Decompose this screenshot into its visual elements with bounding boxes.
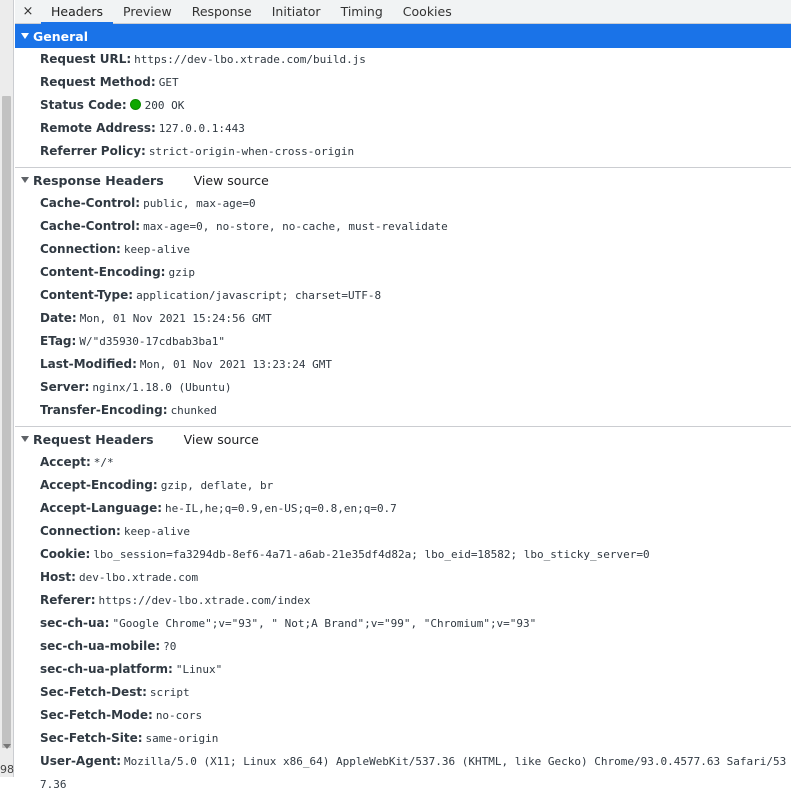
tab-preview[interactable]: Preview xyxy=(113,0,182,23)
scroll-down-arrow-icon[interactable] xyxy=(3,744,11,749)
header-row: Sec-Fetch-Mode: no-cors xyxy=(40,708,203,722)
header-row: Sec-Fetch-Dest: script xyxy=(40,685,190,699)
header-row-request-method: Request Method: GET xyxy=(40,75,179,89)
view-source-link[interactable]: View source xyxy=(184,432,259,447)
header-row: sec-ch-ua-platform: "Linux" xyxy=(40,662,223,676)
tab-response[interactable]: Response xyxy=(182,0,262,23)
header-row: Cache-Control: max-age=0, no-store, no-ca… xyxy=(40,219,448,233)
header-row-request-url: Request URL: https://dev-lbo.xtrade.com/b… xyxy=(40,52,366,66)
general-section-header[interactable]: General xyxy=(15,24,791,48)
header-row: Sec-Fetch-Site: same-origin xyxy=(40,731,219,745)
request-headers-section: Request Headers View source Accept: */* A… xyxy=(15,427,791,800)
network-detail-tabbar: × Headers Preview Response Initiator Tim… xyxy=(15,0,791,24)
header-row: ETag: W/"d35930-17cdbab3ba1" xyxy=(40,334,226,348)
header-row-cookie: Cookie: lbo_session=fa3294db-8ef6-4a71-a6… xyxy=(40,547,650,561)
header-row-user-agent: User-Agent: Mozilla/5.0 (X11; Linux x86_6… xyxy=(40,754,787,791)
expand-triangle-icon[interactable] xyxy=(21,33,29,39)
section-title: General xyxy=(33,28,88,44)
tab-initiator[interactable]: Initiator xyxy=(262,0,331,23)
tab-headers[interactable]: Headers xyxy=(41,0,114,24)
section-title: Response Headers xyxy=(33,172,164,188)
header-row: Referer: https://dev-lbo.xtrade.com/index xyxy=(40,593,311,607)
header-row: sec-ch-ua-mobile: ?0 xyxy=(40,639,177,653)
header-row: Content-Type: application/javascript; cha… xyxy=(40,288,382,302)
tab-timing[interactable]: Timing xyxy=(331,0,393,23)
header-row: Date: Mon, 01 Nov 2021 15:24:56 GMT xyxy=(40,311,272,325)
section-title: Request Headers xyxy=(33,431,154,447)
header-row-referrer-policy: Referrer Policy: strict-origin-when-cross… xyxy=(40,144,355,158)
header-row: Transfer-Encoding: chunked xyxy=(40,403,217,417)
close-icon[interactable]: × xyxy=(15,0,41,23)
header-row: Server: nginx/1.18.0 (Ubuntu) xyxy=(40,380,232,394)
response-headers-section-header[interactable]: Response Headers View source xyxy=(15,168,791,192)
header-row: Connection: keep-alive xyxy=(40,242,191,256)
expand-triangle-icon[interactable] xyxy=(21,177,29,183)
header-row: Host: dev-lbo.xtrade.com xyxy=(40,570,199,584)
expand-triangle-icon[interactable] xyxy=(21,436,29,442)
left-scrollbar-thumb[interactable] xyxy=(2,96,11,748)
header-row: Last-Modified: Mon, 01 Nov 2021 13:23:24 … xyxy=(40,357,332,371)
header-row: sec-ch-ua: "Google Chrome";v="93", " Not;… xyxy=(40,616,537,630)
header-row: Content-Encoding: gzip xyxy=(40,265,195,279)
status-ok-icon xyxy=(129,99,141,110)
request-headers-section-header[interactable]: Request Headers View source xyxy=(15,427,791,451)
header-row-status-code: Status Code: 200 OK xyxy=(40,98,185,112)
header-row: Accept-Language: he-IL,he;q=0.9,en-US;q=0… xyxy=(40,501,397,515)
view-source-link[interactable]: View source xyxy=(194,173,269,188)
general-section: General Request URL: https://dev-lbo.xtra… xyxy=(15,24,791,168)
headers-panel: × Headers Preview Response Initiator Tim… xyxy=(15,0,791,791)
header-row: Connection: keep-alive xyxy=(40,524,191,538)
header-row: Accept: */* xyxy=(40,455,114,469)
header-row: Cache-Control: public, max-age=0 xyxy=(40,196,256,210)
tab-cookies[interactable]: Cookies xyxy=(393,0,462,23)
gutter-line-number: 98 xyxy=(0,763,14,776)
header-row: Accept-Encoding: gzip, deflate, br xyxy=(40,478,274,492)
response-headers-section: Response Headers View source Cache-Contr… xyxy=(15,168,791,427)
header-row-remote-address: Remote Address: 127.0.0.1:443 xyxy=(40,121,245,135)
left-panel-gutter: 98 xyxy=(0,0,14,777)
